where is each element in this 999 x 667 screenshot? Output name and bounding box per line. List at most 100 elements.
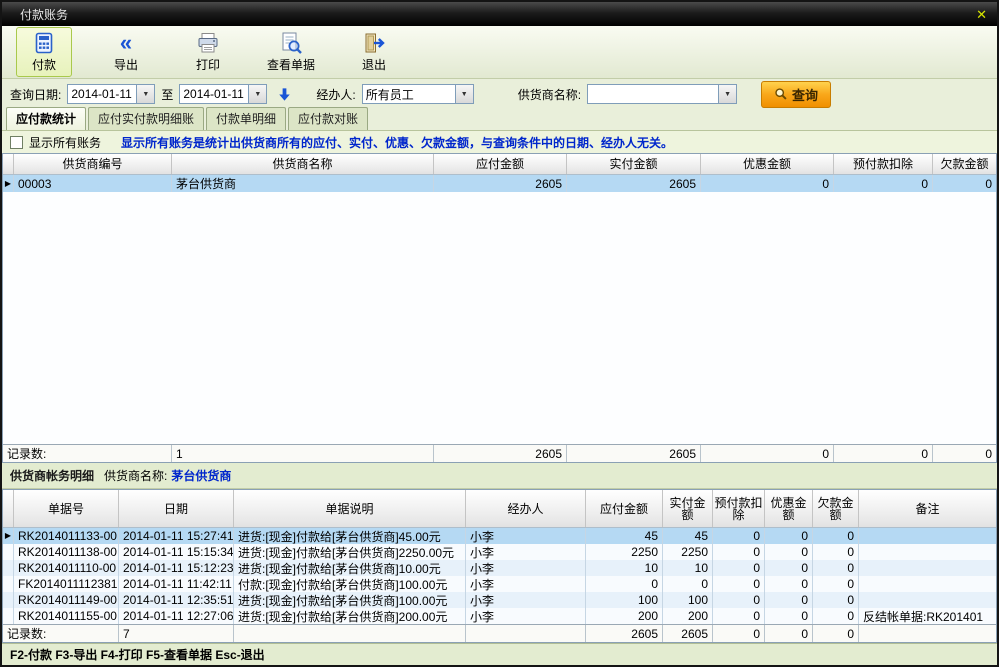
app-window: 付款账务 ✕ 付款 « 导出 打印 查看单据 <box>0 0 999 667</box>
cell-paid: 2250 <box>663 544 713 560</box>
cell-desc: 进货:[现金]付款给[茅台供货商]2250.00元 <box>234 544 466 560</box>
show-all-checkbox-label: 显示所有账务 <box>29 134 101 151</box>
cell-discount: 0 <box>701 175 834 192</box>
cell-debt: 0 <box>813 608 859 624</box>
detail-row[interactable]: RK2014011110-00 2014-01-11 15:12:23 进货:[… <box>3 560 996 576</box>
chevron-down-icon[interactable]: ▼ <box>248 85 266 103</box>
cell-paid: 10 <box>663 560 713 576</box>
cell-remark <box>859 560 996 576</box>
footer-discount-total: 0 <box>701 445 834 462</box>
row-marker: ▶ <box>3 528 14 544</box>
chevron-down-icon[interactable]: ▼ <box>455 85 473 103</box>
date-from-value: 2014-01-11 <box>68 87 136 101</box>
detail-supplier-name: 茅台供货商 <box>171 467 231 484</box>
status-bar: F2-付款 F3-导出 F4-打印 F5-查看单据 Esc-退出 <box>2 643 997 665</box>
search-button[interactable]: 查询 <box>761 81 831 108</box>
footer-spacer <box>466 625 586 642</box>
header-paid: 实付金额 <box>567 154 701 174</box>
row-marker <box>3 560 14 576</box>
date-from-select[interactable]: 2014-01-11 ▼ <box>67 84 155 104</box>
tab-payment-doc-detail[interactable]: 付款单明细 <box>206 107 286 130</box>
cell-operator: 小李 <box>466 528 586 544</box>
detail-row[interactable]: RK2014011155-00 2014-01-11 12:27:06 进货:[… <box>3 608 996 624</box>
cell-supplier-name: 茅台供货商 <box>172 175 434 192</box>
date-to-label: 至 <box>161 86 173 103</box>
cell-prepay-deduct: 0 <box>713 592 765 608</box>
detail-row[interactable]: RK2014011149-00 2014-01-11 12:35:51 进货:[… <box>3 592 996 608</box>
cell-debt: 0 <box>813 528 859 544</box>
close-icon[interactable]: ✕ <box>976 8 987 21</box>
detail-supplier-label: 供货商名称: <box>104 467 167 484</box>
title-bar: 付款账务 ✕ <box>2 2 997 26</box>
row-marker: ▶ <box>3 175 14 192</box>
summary-table-empty-area <box>3 192 996 444</box>
cell-discount: 0 <box>765 544 813 560</box>
chevron-down-icon[interactable]: ▼ <box>718 85 736 103</box>
header-remark: 备注 <box>859 490 996 527</box>
view-document-button-label: 查看单据 <box>267 56 315 73</box>
exit-button-label: 退出 <box>362 56 386 73</box>
filter-note: 显示所有账务是统计出供货商所有的应付、实付、优惠、欠款金额，与查询条件中的日期、… <box>121 134 673 151</box>
footer-remark <box>859 625 996 642</box>
detail-row[interactable]: FK2014011112381 2014-01-11 11:42:11 付款:[… <box>3 576 996 592</box>
tab-payable-paid-detail[interactable]: 应付实付款明细账 <box>88 107 204 130</box>
cell-date: 2014-01-11 12:35:51 <box>119 592 234 608</box>
exit-button[interactable]: 退出 <box>346 27 402 77</box>
show-all-checkbox[interactable] <box>10 136 23 149</box>
view-document-button[interactable]: 查看单据 <box>262 27 320 77</box>
footer-payable-total: 2605 <box>434 445 567 462</box>
cell-remark <box>859 544 996 560</box>
date-to-select[interactable]: 2014-01-11 ▼ <box>179 84 267 104</box>
cell-payable: 45 <box>586 528 663 544</box>
summary-table-footer: 记录数: 1 2605 2605 0 0 0 <box>3 444 996 462</box>
detail-row[interactable]: RK2014011138-00 2014-01-11 15:15:34 进货:[… <box>3 544 996 560</box>
row-marker <box>3 576 14 592</box>
calculator-icon <box>32 31 56 55</box>
detail-table-header: 单据号 日期 单据说明 经办人 应付金额 实付金额 预付款扣除 优惠金额 欠款金… <box>3 490 996 528</box>
cell-desc: 付款:[现金]付款给[茅台供货商]100.00元 <box>234 576 466 592</box>
cell-operator: 小李 <box>466 592 586 608</box>
tab-payable-reconcile[interactable]: 应付款对账 <box>288 107 368 130</box>
detail-row[interactable]: ▶ RK2014011133-00 2014-01-11 15:27:41 进货… <box>3 528 996 544</box>
payable-summary-table: 供货商编号 供货商名称 应付金额 实付金额 优惠金额 预付款扣除 欠款金额 ▶ … <box>2 153 997 463</box>
cell-desc: 进货:[现金]付款给[茅台供货商]45.00元 <box>234 528 466 544</box>
print-button[interactable]: 打印 <box>180 27 236 77</box>
header-prepay-deduct: 预付款扣除 <box>834 154 933 174</box>
cell-doc-no: FK2014011112381 <box>14 576 119 592</box>
detail-section-bar: 供货商帐务明细 供货商名称: 茅台供货商 <box>2 463 997 489</box>
cell-doc-no: RK2014011155-00 <box>14 608 119 624</box>
cell-remark <box>859 528 996 544</box>
cell-prepay-deduct: 0 <box>713 576 765 592</box>
cell-prepay-deduct: 0 <box>713 544 765 560</box>
cell-remark <box>859 576 996 592</box>
cell-desc: 进货:[现金]付款给[茅台供货商]100.00元 <box>234 592 466 608</box>
cell-payable: 2250 <box>586 544 663 560</box>
query-date-label: 查询日期: <box>10 86 61 103</box>
cell-paid: 100 <box>663 592 713 608</box>
supplier-row[interactable]: ▶ 00003 茅台供货商 2605 2605 0 0 0 <box>3 175 996 192</box>
footer-prepay-total: 0 <box>834 445 933 462</box>
footer-discount-total: 0 <box>765 625 813 642</box>
operator-select[interactable]: 所有员工 ▼ <box>362 84 474 104</box>
footer-payable-total: 2605 <box>586 625 663 642</box>
footer-record-count: 7 <box>119 625 234 642</box>
supplier-select[interactable]: ▼ <box>587 84 737 104</box>
marker-header-cell <box>3 490 14 527</box>
footer-records-label: 记录数: <box>3 445 172 462</box>
cell-supplier-code: 00003 <box>14 175 172 192</box>
apply-date-arrow-icon[interactable] <box>277 87 292 102</box>
footer-prepay-total: 0 <box>713 625 765 642</box>
summary-table-header: 供货商编号 供货商名称 应付金额 实付金额 优惠金额 预付款扣除 欠款金额 <box>3 154 996 175</box>
tab-strip: 应付款统计 应付实付款明细账 付款单明细 应付款对账 <box>2 109 997 131</box>
footer-records-label: 记录数: <box>3 625 119 642</box>
footer-paid-total: 2605 <box>567 445 701 462</box>
payment-button[interactable]: 付款 <box>16 27 72 77</box>
export-button[interactable]: « 导出 <box>98 27 154 77</box>
chevron-down-icon[interactable]: ▼ <box>136 85 154 103</box>
cell-date: 2014-01-11 11:42:11 <box>119 576 234 592</box>
cell-operator: 小李 <box>466 560 586 576</box>
cell-discount: 0 <box>765 592 813 608</box>
supplier-detail-table: 单据号 日期 单据说明 经办人 应付金额 实付金额 预付款扣除 优惠金额 欠款金… <box>2 489 997 643</box>
tab-payable-stats[interactable]: 应付款统计 <box>6 107 86 130</box>
search-magnifier-icon <box>774 87 788 101</box>
